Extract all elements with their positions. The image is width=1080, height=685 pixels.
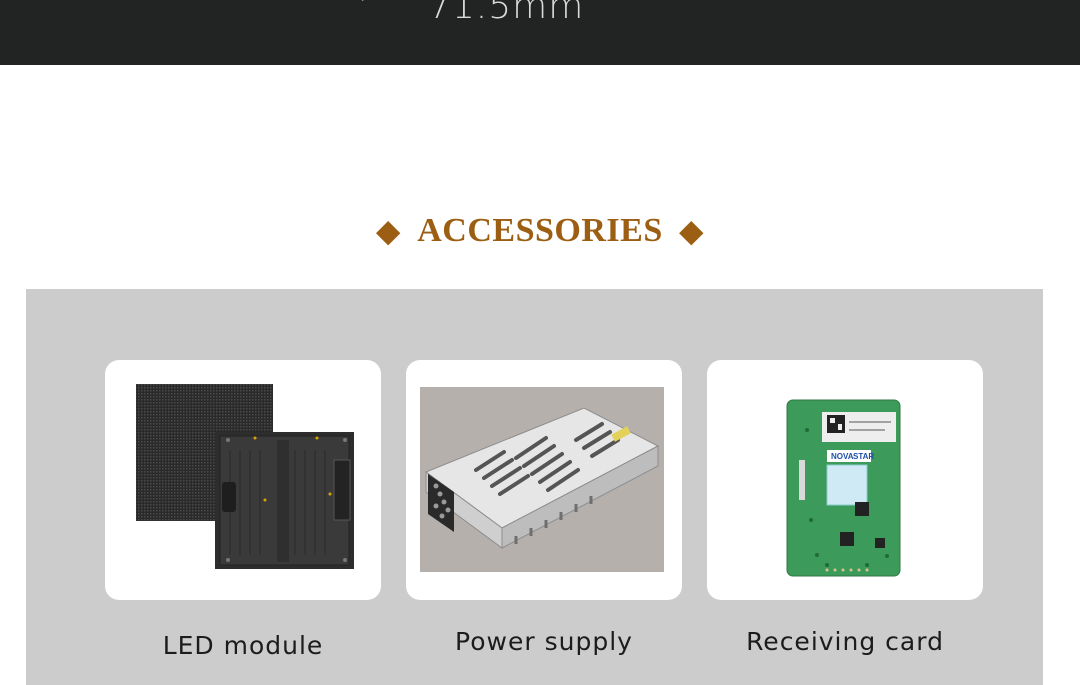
dimension-banner: 71.5mm: [0, 0, 1080, 65]
accessories-panel: LED module Power supply NOVA STAR Receiv…: [26, 289, 1043, 685]
brand-nova-text: NOVA: [831, 452, 854, 461]
receiving-card-photo: NOVA STAR: [786, 399, 901, 577]
brand-star-text: STAR: [853, 452, 874, 461]
power-supply-card: [406, 360, 682, 600]
receiving-card-label: Receiving card: [746, 627, 944, 656]
led-module-photo: [136, 384, 354, 569]
led-module-card: [105, 360, 381, 600]
led-module-label: LED module: [162, 631, 324, 660]
power-supply-label: Power supply: [455, 627, 633, 656]
section-title-text: ACCESSORIES: [417, 212, 663, 250]
dimension-text: 71.5mm: [428, 0, 585, 27]
power-supply-photo: [420, 387, 664, 572]
section-title: ◆ ACCESSORIES ◆: [0, 210, 1080, 250]
dimension-leader-line: [361, 0, 384, 1]
receiving-card-card: NOVA STAR: [707, 360, 983, 600]
diamond-right-icon: ◆: [679, 214, 704, 248]
diamond-left-icon: ◆: [376, 214, 401, 248]
